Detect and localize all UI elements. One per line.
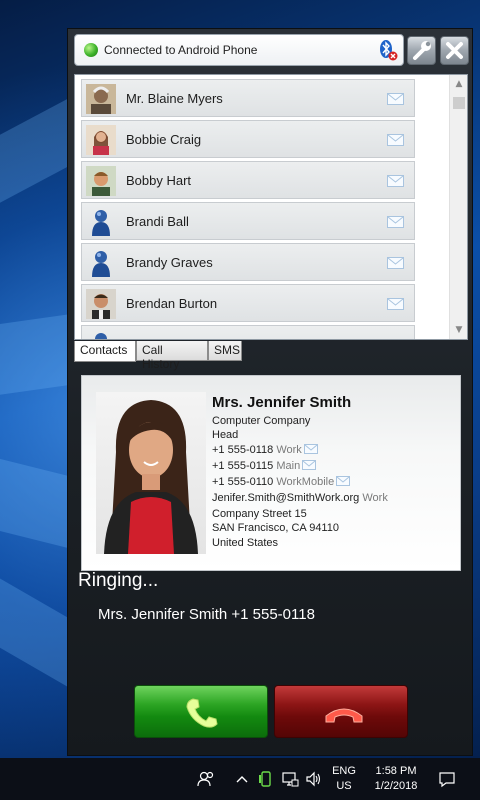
- scroll-thumb[interactable]: [453, 97, 465, 109]
- contact-photo: [86, 84, 116, 114]
- hang-up-button[interactable]: [274, 685, 408, 738]
- network-icon[interactable]: [280, 769, 300, 789]
- phone-number: +1 555-0115: [212, 460, 274, 472]
- contact-phone-main[interactable]: +1 555-0115 Main: [212, 460, 317, 472]
- contact-phone-work[interactable]: +1 555-0118 Work: [212, 444, 318, 456]
- generic-person-icon: [86, 207, 116, 237]
- contact-detail-card: Mrs. Jennifer Smith Computer Company Hea…: [81, 375, 461, 571]
- sms-icon[interactable]: [303, 444, 318, 454]
- answer-call-button[interactable]: [134, 685, 268, 738]
- phone-app-tray-icon[interactable]: [256, 769, 276, 789]
- mail-icon[interactable]: [387, 93, 404, 105]
- connection-status-text: Connected to Android Phone: [104, 43, 258, 57]
- generic-person-icon: [86, 330, 116, 339]
- clock-date: 1/2/2018: [374, 780, 418, 792]
- contact-row[interactable]: Brandi Ball: [81, 202, 415, 240]
- mail-icon[interactable]: [387, 216, 404, 228]
- sms-icon[interactable]: [302, 460, 317, 470]
- contact-photo: [86, 166, 116, 196]
- input-language-indicator[interactable]: ENG US: [329, 764, 359, 794]
- connection-status-icon: [84, 43, 98, 57]
- clock-time: 1:58 PM: [375, 765, 417, 777]
- caller-number: +1 555-0118: [231, 606, 315, 623]
- mail-icon[interactable]: [387, 298, 404, 310]
- caller-name: Mrs. Jennifer Smith: [98, 606, 228, 623]
- contact-street: Company Street 15: [212, 508, 307, 520]
- email-type: Work: [362, 492, 388, 504]
- phone-type: WorkMobile: [276, 476, 335, 488]
- language-code: ENG: [332, 765, 356, 777]
- tab-contacts[interactable]: Contacts: [74, 341, 136, 362]
- contact-portrait: [96, 392, 206, 554]
- phone-answer-icon: [186, 698, 218, 728]
- action-center-icon[interactable]: [437, 769, 457, 789]
- mail-icon[interactable]: [387, 257, 404, 269]
- settings-button[interactable]: [407, 36, 436, 65]
- contact-name: Mr. Blaine Myers: [126, 91, 223, 106]
- contact-city: SAN Francisco, CA 94110: [212, 522, 339, 534]
- scroll-down-arrow-icon[interactable]: ▼: [453, 324, 465, 336]
- close-icon: [446, 42, 463, 59]
- sms-icon[interactable]: [336, 476, 351, 486]
- wrench-icon: [413, 41, 431, 60]
- contact-row[interactable]: Brendan Burton: [81, 284, 415, 322]
- contact-company: Computer Company: [212, 415, 311, 427]
- connection-status-bar: Connected to Android Phone: [74, 34, 404, 66]
- phone-app-window: Connected to Android Phone Mr. Blaine My…: [67, 28, 473, 756]
- generic-person-icon: [86, 248, 116, 278]
- contact-row[interactable]: Bobby Hart: [81, 161, 415, 199]
- contact-row[interactable]: Bobbie Craig: [81, 120, 415, 158]
- contact-list-scrollbar[interactable]: ▲ ▼: [449, 75, 467, 339]
- taskbar-clock[interactable]: 1:58 PM 1/2/2018: [368, 764, 424, 794]
- contact-job-title: Head: [212, 429, 239, 441]
- mail-icon[interactable]: [387, 134, 404, 146]
- contact-list[interactable]: Mr. Blaine Myers Bobbie Craig Bobby Hart…: [74, 74, 468, 340]
- contact-name: Brendan Burton: [126, 296, 218, 311]
- email-address: Jenifer.Smith@SmithWork.org: [212, 492, 360, 504]
- region-code: US: [336, 780, 352, 792]
- contact-row[interactable]: Mr. Blaine Myers: [81, 79, 415, 117]
- contact-name: Bobbie Craig: [126, 132, 202, 147]
- people-icon[interactable]: [196, 769, 216, 789]
- scroll-up-arrow-icon[interactable]: ▲: [453, 78, 465, 90]
- contact-name: Brandy Graves: [126, 255, 213, 270]
- phone-type: Work: [276, 444, 302, 456]
- tab-call-history[interactable]: Call History: [136, 341, 208, 371]
- volume-icon[interactable]: [304, 769, 324, 789]
- contact-email[interactable]: Jenifer.Smith@SmithWork.org Work: [212, 492, 388, 504]
- windows-taskbar: ENG US 1:58 PM 1/2/2018: [0, 758, 480, 800]
- contact-name: Bobby Hart: [126, 173, 192, 188]
- call-status-text: Ringing...: [78, 570, 159, 591]
- contact-photo: [86, 125, 116, 155]
- contact-phone-workmobile[interactable]: +1 555-0110 WorkMobile: [212, 476, 351, 488]
- phone-number: +1 555-0110: [212, 476, 274, 488]
- mail-icon[interactable]: [387, 175, 404, 187]
- caller-info: Mrs. Jennifer Smith +1 555-0118: [98, 606, 315, 623]
- chevron-up-icon[interactable]: [232, 769, 252, 789]
- contact-full-name: Mrs. Jennifer Smith: [212, 394, 352, 411]
- bluetooth-icon[interactable]: [375, 38, 399, 62]
- contact-name: Brandi Ball: [126, 214, 189, 229]
- contact-row[interactable]: Brandy Graves: [81, 243, 415, 281]
- contact-row[interactable]: [81, 325, 415, 339]
- phone-hangup-icon: [325, 708, 363, 723]
- contact-photo: [86, 289, 116, 319]
- contact-country: United States: [212, 537, 279, 549]
- phone-type: Main: [276, 460, 301, 472]
- tab-sms[interactable]: SMS: [208, 341, 242, 361]
- phone-number: +1 555-0118: [212, 444, 274, 456]
- close-button[interactable]: [440, 36, 469, 65]
